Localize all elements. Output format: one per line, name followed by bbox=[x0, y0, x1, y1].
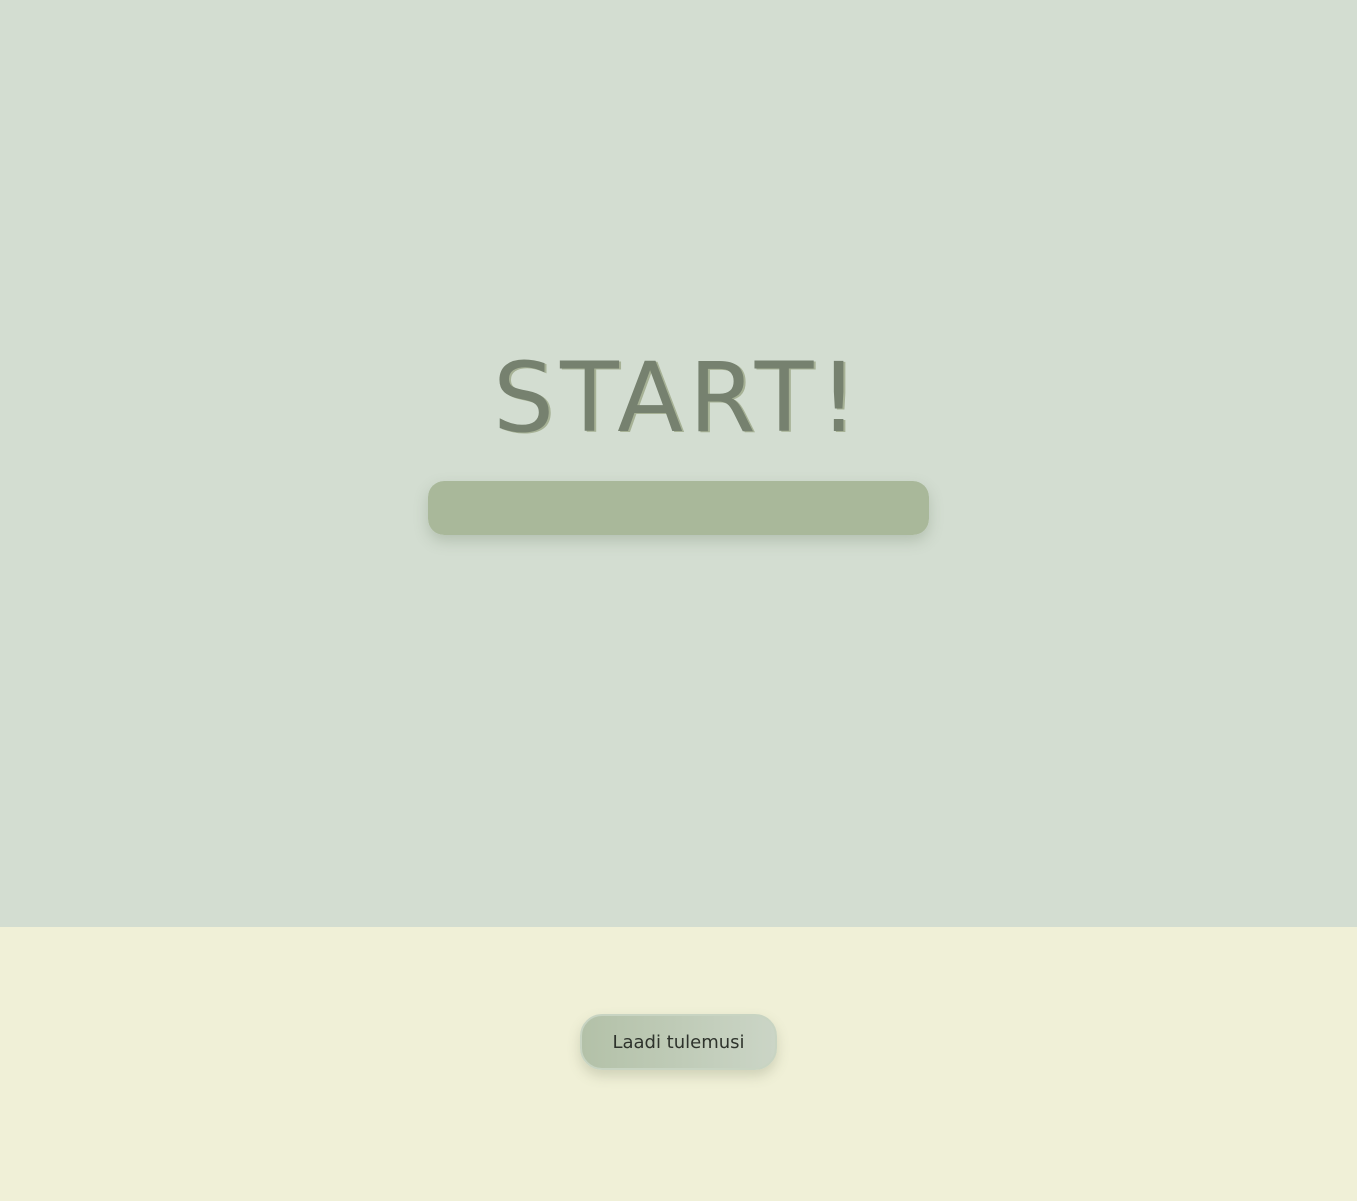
load-results-button[interactable]: Laadi tulemusi bbox=[580, 1014, 777, 1070]
progress-fill bbox=[428, 481, 929, 535]
main-area: START! bbox=[0, 0, 1357, 927]
start-title: START! bbox=[493, 342, 864, 454]
progress-bar bbox=[428, 481, 929, 535]
